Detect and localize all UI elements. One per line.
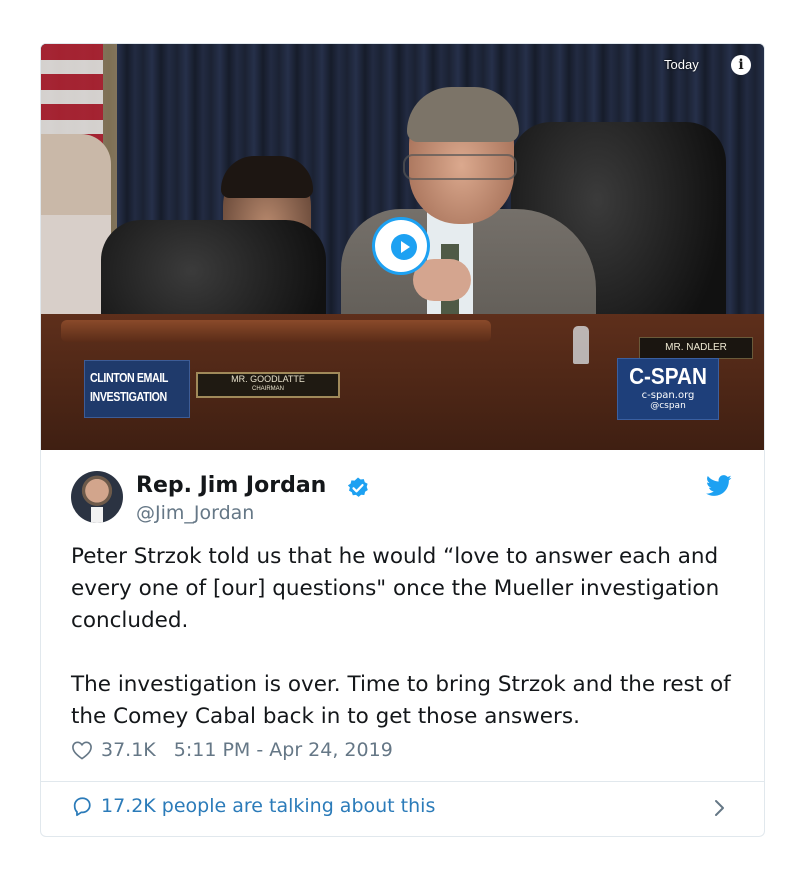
author-name[interactable]: Rep. Jim Jordan — [136, 473, 326, 498]
conversation-text[interactable]: 17.2K people are talking about this — [101, 795, 435, 817]
play-icon — [391, 234, 417, 260]
nameplate-title: CHAIRMAN — [251, 386, 284, 392]
video-thumbnail[interactable]: MR. NADLER MR. GOODLATTE CHAIRMAN CLINTO… — [41, 44, 764, 450]
cspan-bug: C-SPAN c-span.org @cspan — [617, 358, 719, 420]
twitter-bird-icon[interactable] — [706, 475, 732, 497]
tweet-paragraph-1: Peter Strzok told us that he would “love… — [71, 544, 720, 633]
conversation-link[interactable]: 17.2K people are talking about this — [71, 795, 435, 817]
cspan-logo: C-SPAN — [629, 363, 707, 389]
nameplate-name: MR. GOODLATTE — [231, 374, 305, 384]
play-button[interactable] — [372, 217, 430, 275]
embedded-tweet-card: MR. NADLER MR. GOODLATTE CHAIRMAN CLINTO… — [40, 43, 765, 837]
tweet-meta: 37.1K 5:11 PM - Apr 24, 2019 — [71, 739, 393, 761]
author-handle[interactable]: @Jim_Jordan — [136, 502, 254, 524]
speech-bubble-icon — [73, 797, 91, 817]
info-icon[interactable]: i — [731, 55, 751, 75]
heart-icon[interactable] — [71, 740, 93, 760]
video-timestamp: Today — [664, 57, 699, 72]
tweet-paragraph-2: The investigation is over. Time to bring… — [71, 672, 731, 729]
tweet-text: Peter Strzok told us that he would “love… — [71, 541, 741, 765]
dais-top — [61, 320, 491, 342]
nameplate-nadler: MR. NADLER — [639, 337, 753, 359]
lower-third-caption: CLINTON EMAIL INVESTIGATION — [84, 360, 190, 418]
verified-badge-icon — [347, 477, 368, 497]
lower-third-line2: INVESTIGATION — [90, 389, 167, 404]
speaker-glasses — [403, 154, 517, 180]
staffer-hair — [221, 156, 313, 198]
avatar-collar — [91, 507, 103, 523]
cspan-handle: @cspan — [650, 401, 686, 411]
like-count[interactable]: 37.1K — [101, 739, 156, 761]
divider — [41, 781, 764, 782]
tweet-timestamp[interactable]: 5:11 PM - Apr 24, 2019 — [174, 739, 393, 761]
avatar[interactable] — [71, 471, 123, 523]
water-bottle — [573, 326, 589, 364]
nameplate-goodlatte: MR. GOODLATTE CHAIRMAN — [196, 372, 340, 398]
lower-third-line1: CLINTON EMAIL — [90, 370, 168, 385]
chevron-right-icon[interactable] — [711, 795, 729, 821]
cspan-site: c-span.org — [641, 390, 695, 401]
